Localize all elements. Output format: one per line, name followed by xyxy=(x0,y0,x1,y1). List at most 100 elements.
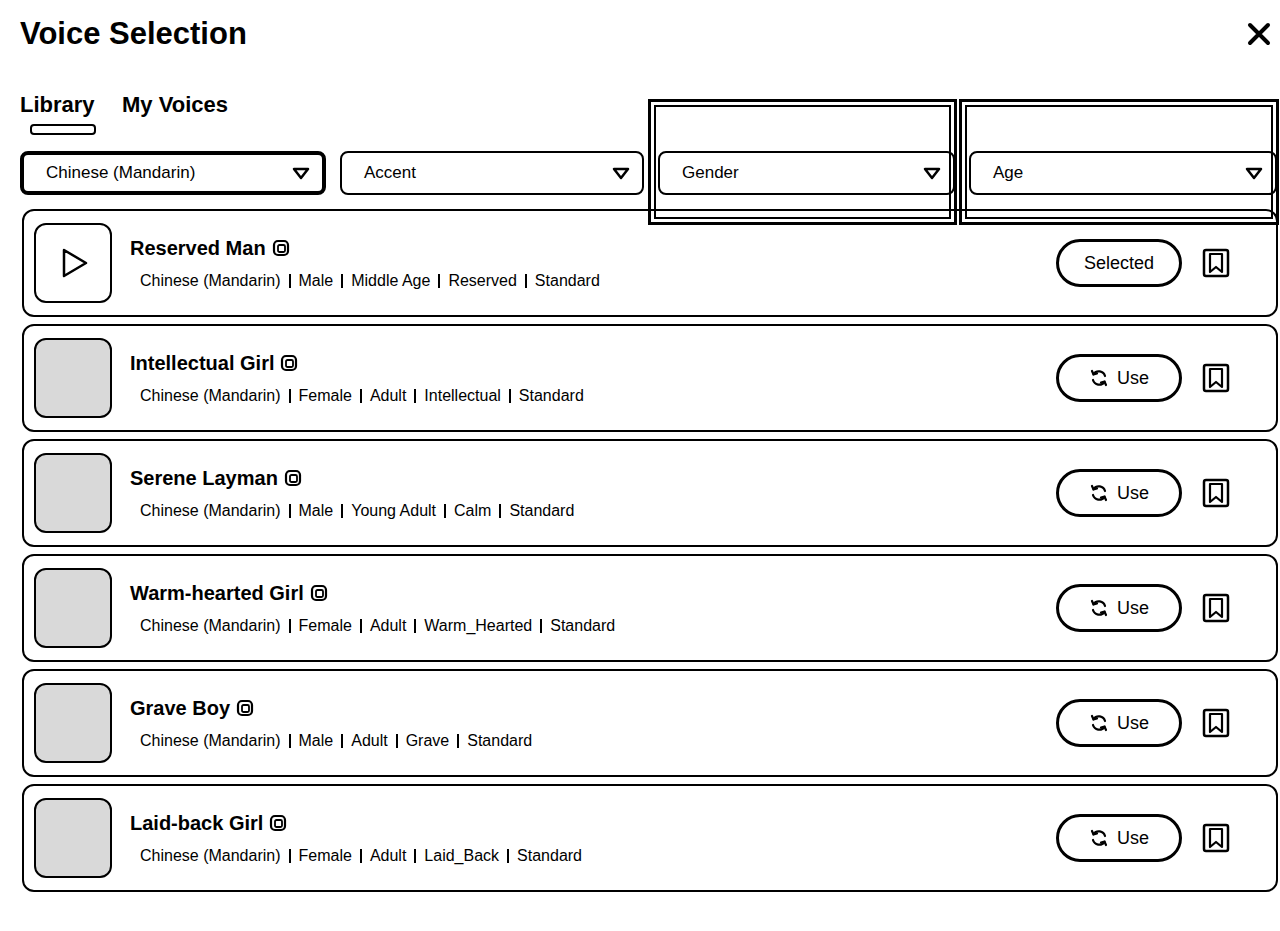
voice-tag: Adult xyxy=(370,387,406,405)
filter-bar: Chinese (Mandarin) Accent Gender Age xyxy=(0,139,1280,195)
voice-avatar[interactable] xyxy=(34,338,112,418)
voice-tag: Standard xyxy=(517,847,582,865)
tag-separator xyxy=(360,619,362,633)
filter-dropdown[interactable]: Gender xyxy=(658,151,955,195)
voice-tag: Middle Age xyxy=(351,272,430,290)
tag-separator xyxy=(341,734,343,748)
use-button[interactable]: Use xyxy=(1056,699,1182,747)
row-actions: Use xyxy=(1056,699,1230,747)
row-actions: Use xyxy=(1056,354,1230,402)
tag-list: Chinese (Mandarin)FemaleAdultIntellectua… xyxy=(130,387,1056,405)
tag-separator xyxy=(289,619,291,633)
bookmark-icon[interactable] xyxy=(1202,478,1230,508)
copy-icon[interactable] xyxy=(272,239,290,257)
tag-separator xyxy=(525,274,527,288)
voice-tag: Female xyxy=(299,847,352,865)
voice-row[interactable]: Grave BoyChinese (Mandarin)MaleAdultGrav… xyxy=(22,669,1278,777)
tag-separator xyxy=(289,274,291,288)
copy-icon[interactable] xyxy=(269,814,287,832)
use-button[interactable]: Use xyxy=(1056,584,1182,632)
filter-dropdown[interactable]: Age xyxy=(969,151,1277,195)
filter-dropdown[interactable]: Accent xyxy=(340,151,644,195)
voice-info: Reserved ManChinese (Mandarin)MaleMiddle… xyxy=(112,237,1056,290)
voice-row[interactable]: Laid-back GirlChinese (Mandarin)FemaleAd… xyxy=(22,784,1278,892)
close-icon[interactable] xyxy=(1246,21,1272,47)
row-actions: Use xyxy=(1056,584,1230,632)
row-actions: Use xyxy=(1056,814,1230,862)
voice-name: Serene Layman xyxy=(130,467,278,490)
copy-icon[interactable] xyxy=(310,584,328,602)
copy-icon[interactable] xyxy=(236,699,254,717)
tag-list: Chinese (Mandarin)FemaleAdultLaid_BackSt… xyxy=(130,847,1056,865)
tag-separator xyxy=(509,389,511,403)
chevron-down-icon xyxy=(292,166,310,180)
bookmark-icon[interactable] xyxy=(1202,823,1230,853)
refresh-icon xyxy=(1089,713,1109,733)
copy-icon[interactable] xyxy=(284,469,302,487)
tag-separator xyxy=(360,849,362,863)
tab[interactable]: My Voices xyxy=(122,92,228,139)
voice-info: Warm-hearted GirlChinese (Mandarin)Femal… xyxy=(112,582,1056,635)
refresh-icon xyxy=(1089,828,1109,848)
tag-list: Chinese (Mandarin)MaleYoung AdultCalmSta… xyxy=(130,502,1056,520)
voice-info: Intellectual Girl Chinese (Mandarin) Femal… xyxy=(112,352,1056,405)
voice-tag: Adult xyxy=(351,732,387,750)
use-button[interactable]: Use xyxy=(1056,469,1182,517)
voice-avatar[interactable] xyxy=(34,568,112,648)
voice-tag: Warm_Hearted xyxy=(424,617,532,635)
voice-tag: Reserved xyxy=(448,272,516,290)
tag-separator xyxy=(444,504,446,518)
voice-name: Grave Boy xyxy=(130,697,230,720)
tag-separator xyxy=(396,734,398,748)
voice-tag: Adult xyxy=(370,617,406,635)
bookmark-icon[interactable] xyxy=(1202,708,1230,738)
voice-tag: Chinese (Mandarin) xyxy=(140,387,281,405)
bookmark-icon[interactable] xyxy=(1202,593,1230,623)
voice-selection-dialog: Voice SelectionLibraryMy VoicesChinese (… xyxy=(0,0,1280,931)
highlight-box xyxy=(648,99,957,225)
use-button[interactable]: Use xyxy=(1056,354,1182,402)
voice-tag: Female xyxy=(299,387,352,405)
tab-underline xyxy=(30,124,96,135)
copy-icon[interactable] xyxy=(280,354,298,372)
tag-separator xyxy=(341,504,343,518)
tag-separator xyxy=(289,504,291,518)
voice-tag: Standard xyxy=(467,732,532,750)
voice-tag: Male xyxy=(299,502,334,520)
tab[interactable]: Library xyxy=(20,92,96,139)
voice-tag: Male xyxy=(299,732,334,750)
voice-row[interactable]: Serene Layman Chinese (Mandarin)MaleYoung… xyxy=(22,439,1278,547)
voice-name: Intellectual Girl xyxy=(130,352,274,375)
voice-row[interactable]: Warm-hearted GirlChinese (Mandarin)Femal… xyxy=(22,554,1278,662)
voice-info: Grave BoyChinese (Mandarin)MaleAdultGrav… xyxy=(112,697,1056,750)
tag-separator xyxy=(414,619,416,633)
voice-tag: Chinese (Mandarin) xyxy=(140,617,281,635)
voice-avatar[interactable] xyxy=(34,223,112,303)
voice-name: Laid-back Girl xyxy=(130,812,263,835)
voice-tag: Chinese (Mandarin) xyxy=(140,847,281,865)
play-icon[interactable] xyxy=(56,246,90,280)
highlight-box xyxy=(959,99,1279,225)
bookmark-icon[interactable] xyxy=(1202,248,1230,278)
use-button[interactable]: Use xyxy=(1056,814,1182,862)
voice-info: Laid-back GirlChinese (Mandarin)FemaleAd… xyxy=(112,812,1056,865)
header: Voice Selection xyxy=(0,0,1280,56)
tag-separator xyxy=(360,389,362,403)
bookmark-icon[interactable] xyxy=(1202,363,1230,393)
name-line: Intellectual Girl xyxy=(130,352,1056,375)
voice-row[interactable]: Reserved ManChinese (Mandarin)MaleMiddle… xyxy=(22,209,1278,317)
voice-avatar[interactable] xyxy=(34,683,112,763)
refresh-icon xyxy=(1089,483,1109,503)
dialog-title: Voice Selection xyxy=(20,16,247,52)
voice-avatar[interactable] xyxy=(34,453,112,533)
voice-avatar[interactable] xyxy=(34,798,112,878)
refresh-icon xyxy=(1089,598,1109,618)
chevron-down-icon xyxy=(923,166,941,180)
filter-dropdown[interactable]: Chinese (Mandarin) xyxy=(20,151,326,195)
use-button[interactable]: Selected xyxy=(1056,239,1182,287)
row-actions: Use xyxy=(1056,469,1230,517)
tag-separator xyxy=(289,389,291,403)
voice-row[interactable]: Intellectual Girl Chinese (Mandarin) Femal… xyxy=(22,324,1278,432)
tab-bar: Library My Voices xyxy=(0,56,1280,139)
name-line: Laid-back Girl xyxy=(130,812,1056,835)
